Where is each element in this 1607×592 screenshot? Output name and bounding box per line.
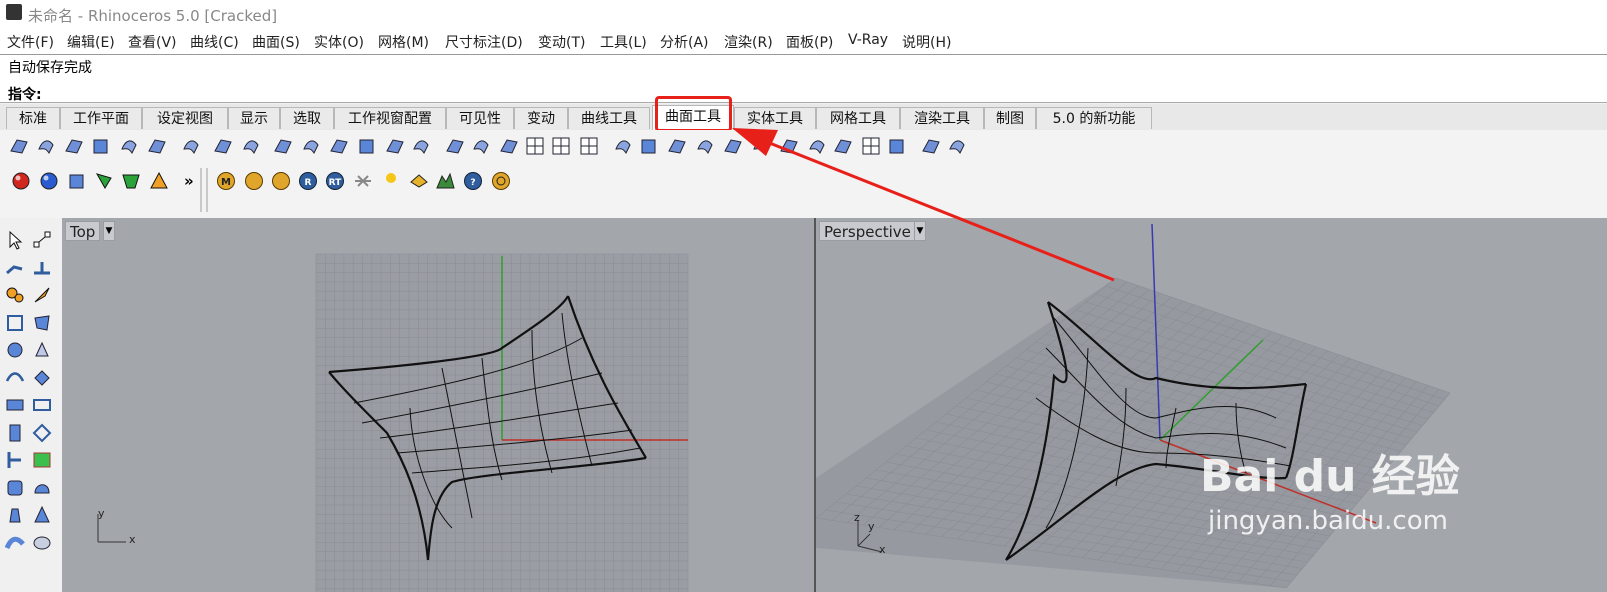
watermark-brand: Bai du 经验	[1200, 451, 1460, 502]
watermark-url: jingyan.baidu.com	[1208, 506, 1448, 536]
